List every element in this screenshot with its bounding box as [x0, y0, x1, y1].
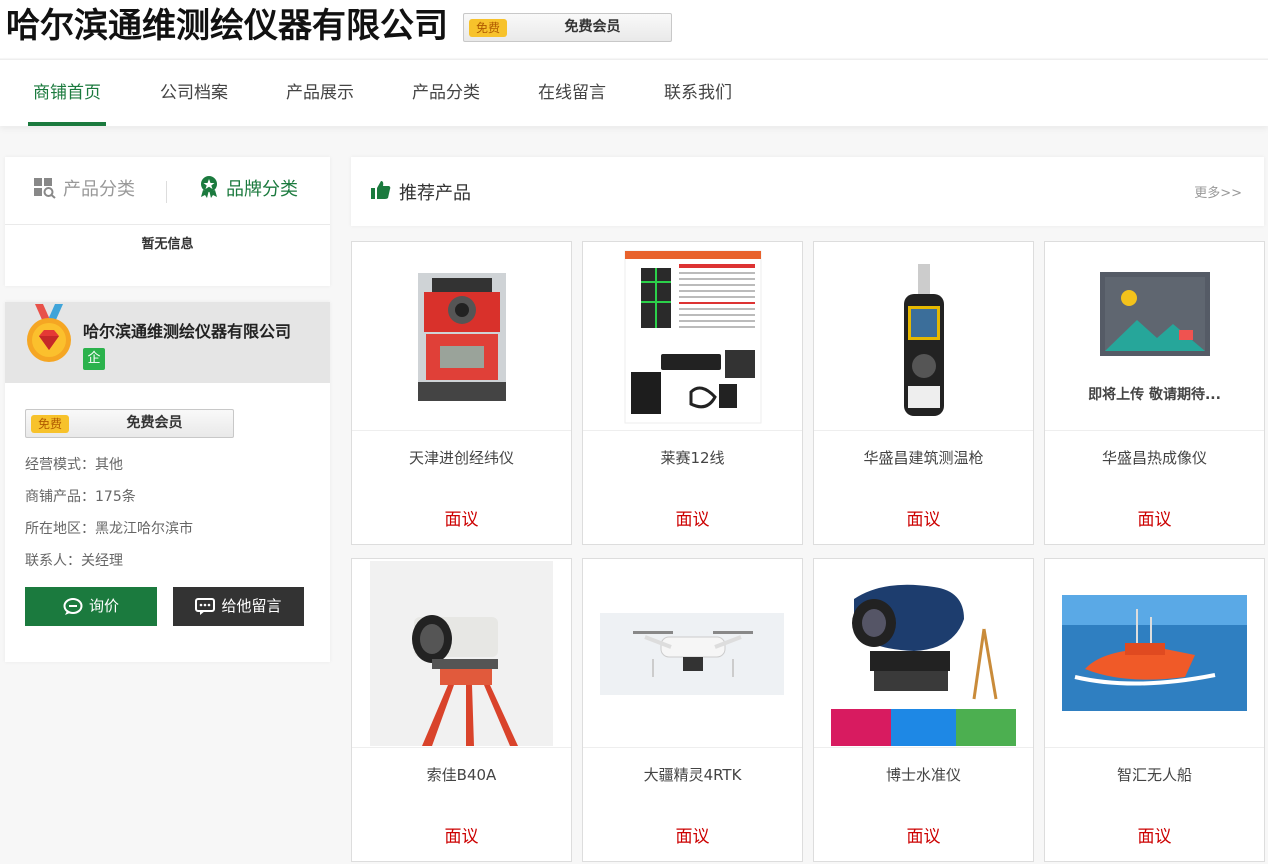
leave-message-button-label: 给他留言: [221, 597, 282, 615]
award-icon: [201, 176, 217, 198]
product-card[interactable]: 索佳B40A 面议: [351, 558, 572, 862]
drone-image: [600, 613, 784, 695]
inquiry-button-label: 询价: [88, 597, 119, 615]
category-panel: 产品分类 品牌分类 暂无信息: [5, 157, 330, 286]
product-name[interactable]: 莱赛12线: [583, 447, 802, 468]
product-price: 面议: [906, 510, 941, 530]
product-price: 面议: [906, 827, 941, 847]
product-card[interactable]: 即将上传 敬请期待... 华盛昌热成像仪 面议: [1044, 241, 1265, 545]
message-icon: [195, 597, 216, 615]
product-image[interactable]: [814, 242, 1033, 431]
thumbs-up-icon: [371, 181, 391, 199]
product-name[interactable]: 天津进创经纬仪: [352, 447, 571, 468]
product-price: 面议: [1137, 827, 1172, 847]
product-price: 面议: [444, 510, 479, 530]
product-price: 面议: [1137, 510, 1172, 530]
member-badge[interactable]: 免费 免费会员: [463, 13, 672, 42]
nav-online-message[interactable]: 在线留言: [532, 60, 612, 127]
level-kit-image: [831, 561, 1016, 746]
product-card[interactable]: 博士水准仪 面议: [813, 558, 1034, 862]
member-tag: 免费: [469, 19, 507, 37]
enterprise-badge: 企: [83, 348, 105, 370]
product-card[interactable]: 大疆精灵4RTK 面议: [582, 558, 803, 862]
tab-divider: [166, 181, 167, 203]
company-title: 哈尔滨通维测绘仪器有限公司: [6, 6, 448, 46]
tab-product-category-label: 产品分类: [63, 179, 135, 200]
company-member-badge[interactable]: 免费 免费会员: [25, 409, 234, 438]
main-nav: 商铺首页 公司档案 产品展示 产品分类 在线留言 联系我们: [0, 59, 1268, 126]
recommend-header: 推荐产品 更多>>: [351, 157, 1264, 226]
tab-brand-category-label: 品牌分类: [226, 179, 298, 200]
product-name[interactable]: 大疆精灵4RTK: [583, 764, 802, 785]
more-link[interactable]: 更多>>: [1194, 182, 1242, 201]
company-member-tag: 免费: [31, 415, 69, 433]
info-location: 所在地区：黑龙江哈尔滨市: [25, 521, 193, 537]
chat-bubble-icon: [63, 597, 83, 615]
product-card[interactable]: 天津进创经纬仪 面议: [351, 241, 572, 545]
product-price: 面议: [444, 827, 479, 847]
auto-level-tripod-image: [370, 561, 553, 746]
inquiry-button[interactable]: 询价: [25, 587, 157, 626]
product-card[interactable]: 华盛昌建筑测温枪 面议: [813, 241, 1034, 545]
company-card-header: 哈尔滨通维测绘仪器有限公司 企: [5, 302, 330, 383]
nav-contact-us[interactable]: 联系我们: [658, 60, 738, 127]
company-member-label: 免费会员: [126, 415, 183, 431]
info-contact-person: 联系人：关经理: [25, 553, 123, 569]
empty-message: 暂无信息: [141, 237, 194, 252]
company-card: 哈尔滨通维测绘仪器有限公司 企 免费 免费会员 经营模式：其他 商铺产品：175…: [5, 302, 330, 662]
product-name[interactable]: 索佳B40A: [352, 764, 571, 785]
product-card[interactable]: 莱赛12线 面议: [582, 241, 803, 545]
nav-active-underline: [28, 122, 106, 126]
product-image[interactable]: [814, 559, 1033, 748]
unmanned-boat-image: [1062, 595, 1247, 711]
product-image[interactable]: [1045, 559, 1264, 748]
tab-product-category[interactable]: 产品分类: [33, 175, 135, 205]
product-name[interactable]: 华盛昌热成像仪: [1045, 447, 1264, 468]
product-image[interactable]: 即将上传 敬请期待...: [1045, 242, 1264, 431]
product-name[interactable]: 智汇无人船: [1045, 764, 1264, 785]
shop-header: 哈尔滨通维测绘仪器有限公司 免费 免费会员: [0, 0, 1268, 58]
nav-product-categories[interactable]: 产品分类: [406, 60, 486, 127]
recommend-title: 推荐产品: [399, 183, 471, 204]
handheld-meter-image: [904, 264, 944, 416]
product-price: 面议: [675, 827, 710, 847]
total-station-image: [418, 273, 506, 401]
product-name[interactable]: 博士水准仪: [814, 764, 1033, 785]
product-image[interactable]: [583, 559, 802, 748]
product-image[interactable]: [352, 559, 571, 748]
tab-brand-category[interactable]: 品牌分类: [198, 175, 298, 205]
company-card-name[interactable]: 哈尔滨通维测绘仪器有限公司: [83, 318, 291, 342]
placeholder-text: 即将上传 敬请期待...: [1088, 387, 1221, 403]
nav-company-profile[interactable]: 公司档案: [154, 60, 234, 127]
info-business-mode: 经营模式：其他: [25, 457, 123, 473]
member-label: 免费会员: [564, 19, 621, 35]
nav-products[interactable]: 产品展示: [280, 60, 360, 127]
nav-shop-home[interactable]: 商铺首页: [28, 60, 106, 127]
info-product-count: 商铺产品：175条: [25, 489, 136, 505]
leave-message-button[interactable]: 给他留言: [173, 587, 304, 626]
gold-medal-icon: [27, 304, 71, 362]
product-name[interactable]: 华盛昌建筑测温枪: [814, 447, 1033, 468]
category-grid-icon: [34, 178, 56, 199]
product-card[interactable]: 智汇无人船 面议: [1044, 558, 1265, 862]
product-image[interactable]: [352, 242, 571, 431]
panel-divider: [5, 224, 330, 225]
laser-level-spec-image: [624, 250, 762, 424]
product-price: 面议: [675, 510, 710, 530]
product-image[interactable]: [583, 242, 802, 431]
